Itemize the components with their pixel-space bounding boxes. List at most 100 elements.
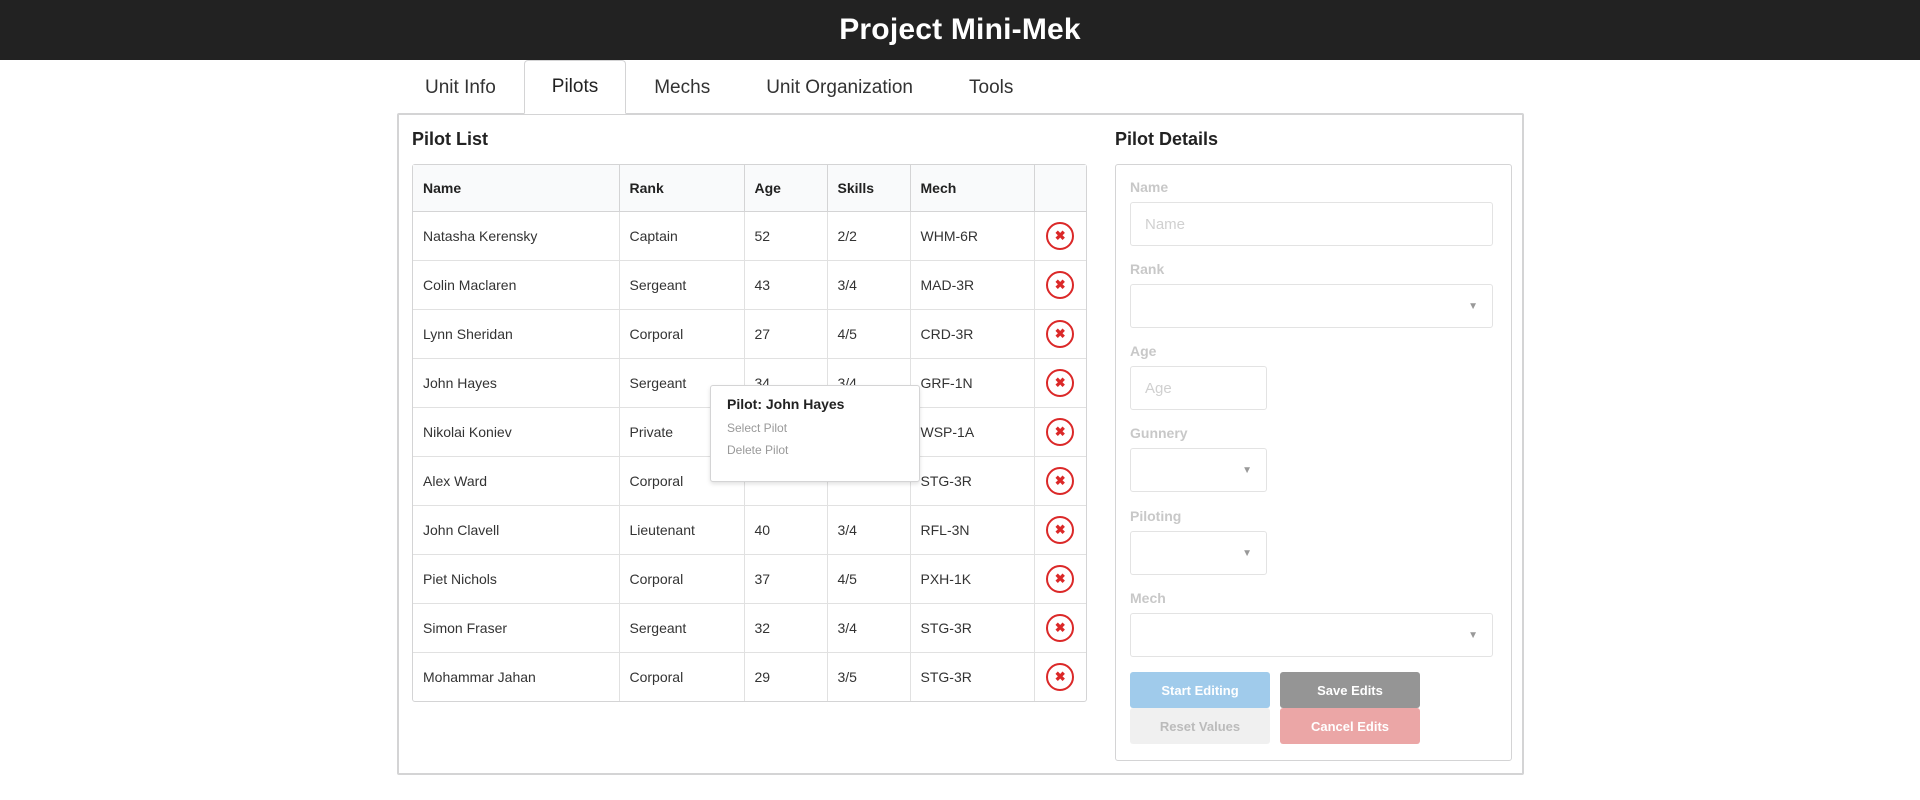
table-cell-age: 43 xyxy=(744,260,828,310)
context-menu-delete-pilot[interactable]: Delete Pilot xyxy=(727,443,903,457)
table-cell-actions: ✖ xyxy=(1034,505,1086,555)
table-cell-age: 52 xyxy=(744,211,828,261)
tab-label: Pilots xyxy=(551,76,599,97)
table-cell-actions: ✖ xyxy=(1034,260,1086,310)
pilot-context-menu: Pilot: John Hayes Select Pilot Delete Pi… xyxy=(710,385,920,482)
app-header: Project Mini-Mek xyxy=(0,0,1920,60)
table-cell-mech: PXH-1K xyxy=(910,554,1035,604)
table-row[interactable]: Natasha Kerensky Captain 52 2/2 WHM-6R ✖ xyxy=(413,211,1086,261)
delete-pilot-icon[interactable]: ✖ xyxy=(1046,564,1075,593)
age-placeholder: Age xyxy=(1145,379,1172,397)
context-menu-select-pilot[interactable]: Select Pilot xyxy=(727,421,903,435)
tab-tools[interactable]: Tools xyxy=(941,60,1041,114)
save-edits-button[interactable]: Save Edits xyxy=(1280,672,1420,708)
table-cell-rank: Corporal xyxy=(619,652,745,701)
start-editing-button[interactable]: Start Editing xyxy=(1130,672,1270,708)
table-row[interactable]: Piet Nichols Corporal 37 4/5 PXH-1K ✖ xyxy=(413,554,1086,604)
table-cell-mech: CRD-3R xyxy=(910,309,1035,359)
table-cell-name: Natasha Kerensky xyxy=(413,211,620,261)
table-cell-mech: STG-3R xyxy=(910,652,1035,701)
table-cell-name: Simon Fraser xyxy=(413,603,620,653)
table-cell-name: Piet Nichols xyxy=(413,554,620,604)
table-cell-mech: MAD-3R xyxy=(910,260,1035,310)
table-cell-age: 32 xyxy=(744,603,828,653)
column-header-age[interactable]: Age xyxy=(744,165,828,212)
dropdown-caret-icon: ▼ xyxy=(1242,465,1252,476)
tab-label: Mechs xyxy=(654,76,711,98)
dropdown-caret-icon: ▼ xyxy=(1242,548,1252,559)
piloting-label: Piloting xyxy=(1130,508,1182,524)
delete-pilot-icon[interactable]: ✖ xyxy=(1046,613,1075,642)
rank-label: Rank xyxy=(1130,261,1165,277)
gunnery-dropdown[interactable]: ▼ xyxy=(1130,448,1267,492)
table-cell-rank: Lieutenant xyxy=(619,505,745,555)
pilot-list-title: Pilot List xyxy=(412,129,488,149)
piloting-dropdown[interactable]: ▼ xyxy=(1130,531,1267,575)
tab-unit-info[interactable]: Unit Info xyxy=(397,60,524,114)
column-header-rank[interactable]: Rank xyxy=(619,165,745,212)
delete-pilot-icon[interactable]: ✖ xyxy=(1046,319,1075,348)
table-cell-skills: 3/4 xyxy=(827,505,911,555)
name-placeholder: Name xyxy=(1145,215,1186,233)
column-header-skills[interactable]: Skills xyxy=(827,165,911,212)
delete-pilot-icon[interactable]: ✖ xyxy=(1046,221,1075,250)
delete-pilot-icon[interactable]: ✖ xyxy=(1046,417,1075,446)
table-cell-name: Lynn Sheridan xyxy=(413,309,620,359)
table-cell-age: 27 xyxy=(744,309,828,359)
delete-pilot-icon[interactable]: ✖ xyxy=(1046,270,1075,299)
table-cell-skills: 4/5 xyxy=(827,309,911,359)
delete-pilot-icon[interactable]: ✖ xyxy=(1046,515,1075,544)
table-cell-actions: ✖ xyxy=(1034,407,1086,457)
table-cell-skills: 4/5 xyxy=(827,554,911,604)
pilots-panel: Pilot List Name Rank Age Skills Mech Nat… xyxy=(397,113,1524,775)
tab-label: Unit Organization xyxy=(766,76,913,98)
table-cell-name: John Clavell xyxy=(413,505,620,555)
delete-pilot-icon[interactable]: ✖ xyxy=(1046,368,1075,397)
table-cell-name: Colin Maclaren xyxy=(413,260,620,310)
table-cell-name: John Hayes xyxy=(413,358,620,408)
table-cell-rank: Corporal xyxy=(619,554,745,604)
gunnery-label: Gunnery xyxy=(1130,425,1188,441)
tab-pilots[interactable]: Pilots xyxy=(523,60,627,114)
table-row[interactable]: Lynn Sheridan Corporal 27 4/5 CRD-3R ✖ xyxy=(413,309,1086,359)
table-cell-rank: Corporal xyxy=(619,309,745,359)
column-header-actions xyxy=(1034,165,1086,212)
delete-pilot-icon[interactable]: ✖ xyxy=(1046,662,1075,691)
pilot-details-form: Name Name Rank ▼ Age Age Gunnery ▼ Pilot… xyxy=(1115,164,1512,761)
column-header-name[interactable]: Name xyxy=(413,165,620,212)
table-cell-mech: GRF-1N xyxy=(910,358,1035,408)
table-row[interactable]: Colin Maclaren Sergeant 43 3/4 MAD-3R ✖ xyxy=(413,260,1086,310)
tab-label: Unit Info xyxy=(425,76,496,98)
table-row[interactable]: Simon Fraser Sergeant 32 3/4 STG-3R ✖ xyxy=(413,603,1086,653)
mech-label: Mech xyxy=(1130,590,1166,606)
dropdown-caret-icon: ▼ xyxy=(1468,630,1478,641)
cancel-edits-button[interactable]: Cancel Edits xyxy=(1280,708,1420,744)
table-cell-mech: STG-3R xyxy=(910,456,1035,506)
name-field[interactable]: Name xyxy=(1130,202,1493,246)
table-cell-age: 40 xyxy=(744,505,828,555)
table-cell-actions: ✖ xyxy=(1034,456,1086,506)
age-label: Age xyxy=(1130,343,1157,359)
table-row[interactable]: John Clavell Lieutenant 40 3/4 RFL-3N ✖ xyxy=(413,505,1086,555)
table-cell-age: 29 xyxy=(744,652,828,701)
table-cell-age: 37 xyxy=(744,554,828,604)
pilot-details-title: Pilot Details xyxy=(1115,129,1219,149)
mech-dropdown[interactable]: ▼ xyxy=(1130,613,1493,657)
table-cell-skills: 2/2 xyxy=(827,211,911,261)
age-field[interactable]: Age xyxy=(1130,366,1267,410)
table-cell-skills: 3/5 xyxy=(827,652,911,701)
column-header-mech[interactable]: Mech xyxy=(910,165,1035,212)
tab-bar: Unit Info Pilots Mechs Unit Organization… xyxy=(397,60,1041,114)
rank-dropdown[interactable]: ▼ xyxy=(1130,284,1493,328)
tab-mechs[interactable]: Mechs xyxy=(626,60,738,114)
delete-pilot-icon[interactable]: ✖ xyxy=(1046,466,1075,495)
tab-unit-organization[interactable]: Unit Organization xyxy=(738,60,941,114)
reset-values-button[interactable]: Reset Values xyxy=(1130,708,1270,744)
table-cell-mech: RFL-3N xyxy=(910,505,1035,555)
table-cell-rank: Sergeant xyxy=(619,603,745,653)
dropdown-caret-icon: ▼ xyxy=(1468,301,1478,312)
table-cell-actions: ✖ xyxy=(1034,309,1086,359)
table-row[interactable]: Mohammar Jahan Corporal 29 3/5 STG-3R ✖ xyxy=(413,652,1086,701)
table-cell-name: Alex Ward xyxy=(413,456,620,506)
table-cell-skills: 3/4 xyxy=(827,603,911,653)
